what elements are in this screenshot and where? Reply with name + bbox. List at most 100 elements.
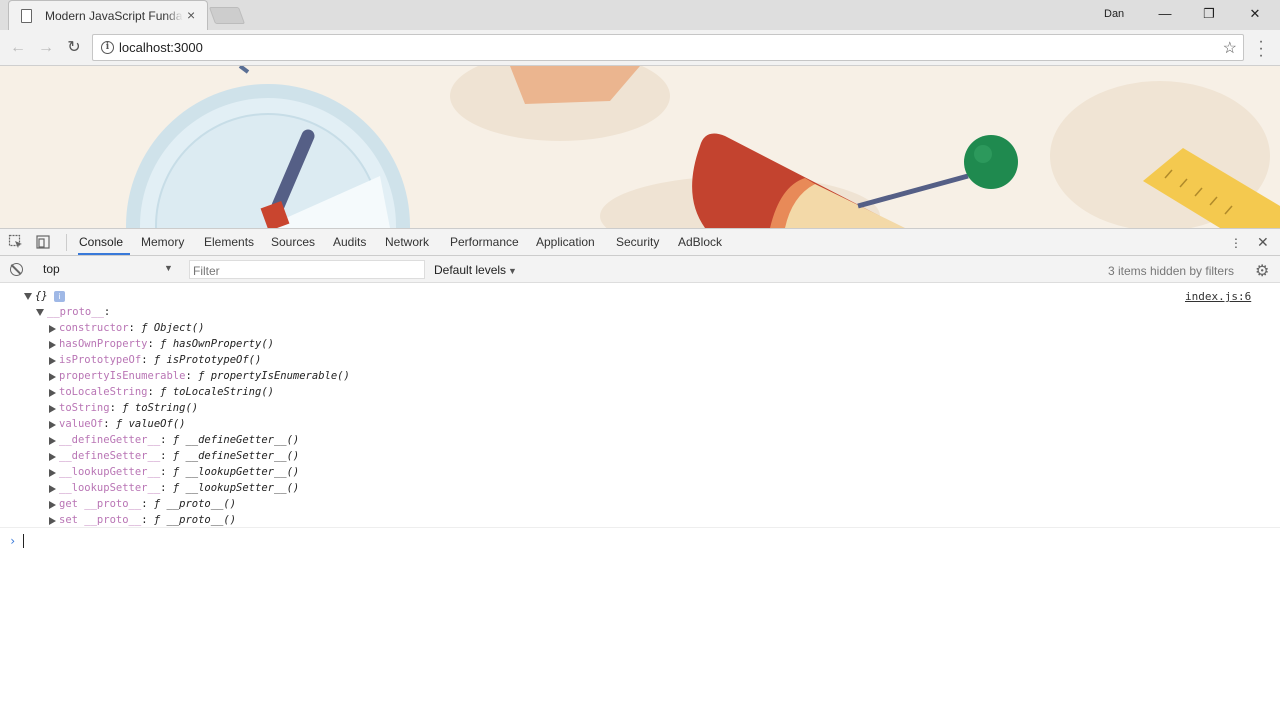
colon: :: [160, 482, 173, 494]
devtools-tabbar: Console Memory Elements Sources Audits N…: [0, 229, 1280, 256]
expand-triangle-icon[interactable]: [49, 485, 56, 493]
property-row[interactable]: toLocaleString: ƒ toLocaleString(): [59, 386, 274, 400]
reload-icon[interactable]: ↻: [64, 38, 84, 58]
colon: :: [147, 338, 161, 350]
colon: :: [103, 306, 111, 318]
property-row[interactable]: toString: ƒ toString(): [59, 402, 198, 416]
colon: :: [147, 386, 161, 398]
colon: :: [141, 498, 154, 510]
property-value: ƒ __proto__(): [153, 498, 237, 510]
expand-triangle-icon[interactable]: [36, 309, 44, 316]
property-row[interactable]: hasOwnProperty: ƒ hasOwnProperty(): [59, 338, 274, 352]
expand-triangle-icon[interactable]: [49, 341, 56, 349]
property-key: isPrototypeOf: [59, 354, 142, 366]
chevron-down-icon[interactable]: ▼: [164, 263, 173, 273]
property-row[interactable]: __lookupSetter__: ƒ __lookupSetter__(): [59, 482, 299, 496]
property-value: ƒ __lookupGetter__(): [172, 466, 300, 478]
document-icon: [21, 9, 32, 23]
property-row[interactable]: __defineGetter__: ƒ __defineGetter__(): [59, 434, 299, 448]
url-text[interactable]: localhost:3000: [119, 40, 203, 55]
tab-adblock[interactable]: AdBlock: [678, 235, 722, 249]
devtools-panel: Console Memory Elements Sources Audits N…: [0, 228, 1280, 720]
info-icon[interactable]: i: [54, 291, 65, 302]
property-row[interactable]: propertyIsEnumerable: ƒ propertyIsEnumer…: [59, 370, 350, 384]
devtools-menu-icon[interactable]: · · ·: [1232, 231, 1240, 253]
expand-triangle-icon[interactable]: [49, 373, 56, 381]
close-window-icon[interactable]: ✕: [1245, 5, 1265, 23]
forward-icon[interactable]: →: [36, 38, 56, 58]
filter-input[interactable]: [189, 260, 425, 279]
property-row[interactable]: set __proto__: ƒ __proto__(): [59, 514, 236, 528]
expand-triangle-icon[interactable]: [49, 453, 56, 461]
address-bar[interactable]: i localhost:3000 ☆: [92, 34, 1244, 61]
expand-triangle-icon[interactable]: [49, 421, 56, 429]
hero-illustration: [126, 66, 1280, 228]
property-row[interactable]: isPrototypeOf: ƒ isPrototypeOf(): [59, 354, 261, 368]
console-prompt-icon: ›: [9, 534, 17, 548]
device-toolbar-icon[interactable]: [35, 234, 51, 250]
tab-application[interactable]: Application: [536, 235, 595, 249]
expand-triangle-icon[interactable]: [49, 325, 56, 333]
tab-security[interactable]: Security: [616, 235, 659, 249]
expand-triangle-icon[interactable]: [49, 437, 56, 445]
inspect-element-icon[interactable]: [8, 234, 24, 250]
tab-network[interactable]: Network: [385, 235, 429, 249]
console-output: {} i index.js:6 __proto__: constructor: …: [0, 283, 1280, 721]
info-icon[interactable]: i: [101, 41, 114, 54]
expand-triangle-icon[interactable]: [49, 405, 56, 413]
colon: :: [128, 322, 142, 334]
expand-triangle-icon[interactable]: [49, 517, 56, 525]
browser-tab[interactable]: Modern JavaScript Fundamentals ×: [8, 0, 208, 30]
console-input-caret[interactable]: [23, 534, 24, 548]
property-key: toString: [59, 402, 110, 414]
colon: :: [103, 418, 116, 430]
tab-audits[interactable]: Audits: [333, 235, 366, 249]
back-icon[interactable]: ←: [8, 38, 28, 58]
colon: :: [160, 466, 173, 478]
tab-performance[interactable]: Performance: [450, 235, 519, 249]
property-row[interactable]: __lookupGetter__: ƒ __lookupGetter__(): [59, 466, 299, 480]
restore-icon[interactable]: ❐: [1199, 5, 1219, 23]
source-link[interactable]: index.js:6: [1185, 290, 1251, 303]
property-row[interactable]: __defineSetter__: ƒ __defineSetter__(): [59, 450, 299, 464]
property-row[interactable]: constructor: ƒ Object(): [59, 322, 204, 336]
colon: :: [109, 402, 123, 414]
tab-title: Modern JavaScript Fundamentals: [45, 9, 183, 23]
proto-row[interactable]: __proto__:: [47, 306, 110, 320]
active-tab-indicator: [78, 253, 130, 255]
clear-console-icon[interactable]: [10, 263, 23, 276]
tab-elements[interactable]: Elements: [204, 235, 254, 249]
property-value: ƒ __defineGetter__(): [172, 434, 300, 446]
property-value: ƒ toLocaleString(): [160, 386, 274, 398]
expand-triangle-icon[interactable]: [24, 293, 32, 300]
expand-triangle-icon[interactable]: [49, 357, 56, 365]
property-value: ƒ __lookupSetter__(): [172, 482, 300, 494]
bookmark-star-icon[interactable]: ☆: [1223, 38, 1237, 58]
expand-triangle-icon[interactable]: [49, 501, 56, 509]
log-levels-dropdown[interactable]: Default levels ▼: [434, 263, 517, 277]
close-tab-icon[interactable]: ×: [187, 7, 195, 23]
colon: :: [185, 370, 199, 382]
tab-sources[interactable]: Sources: [271, 235, 315, 249]
close-devtools-icon[interactable]: ✕: [1257, 234, 1269, 251]
object-label[interactable]: {}: [35, 290, 48, 302]
property-row[interactable]: get __proto__: ƒ __proto__(): [59, 498, 236, 512]
property-value: ƒ hasOwnProperty(): [160, 338, 274, 350]
tab-console[interactable]: Console: [79, 235, 123, 249]
proto-key: __proto__: [47, 306, 104, 318]
expand-triangle-icon[interactable]: [49, 469, 56, 477]
property-key: valueOf: [59, 418, 104, 430]
new-tab-button[interactable]: [208, 7, 246, 24]
browser-toolbar: ← → ↻ i localhost:3000 ☆ · · ·: [0, 30, 1280, 66]
tab-memory[interactable]: Memory: [141, 235, 184, 249]
minimize-icon[interactable]: —: [1155, 5, 1175, 23]
expand-triangle-icon[interactable]: [49, 389, 56, 397]
browser-menu-icon[interactable]: · · ·: [1256, 34, 1266, 64]
property-value: ƒ isPrototypeOf(): [153, 354, 262, 366]
chevron-down-icon: ▼: [508, 266, 517, 276]
property-row[interactable]: valueOf: ƒ valueOf(): [59, 418, 185, 432]
context-selector[interactable]: top: [36, 260, 179, 279]
gear-icon[interactable]: ⚙: [1255, 261, 1269, 281]
property-key: hasOwnProperty: [59, 338, 148, 350]
profile-name[interactable]: Dan: [1104, 8, 1124, 20]
